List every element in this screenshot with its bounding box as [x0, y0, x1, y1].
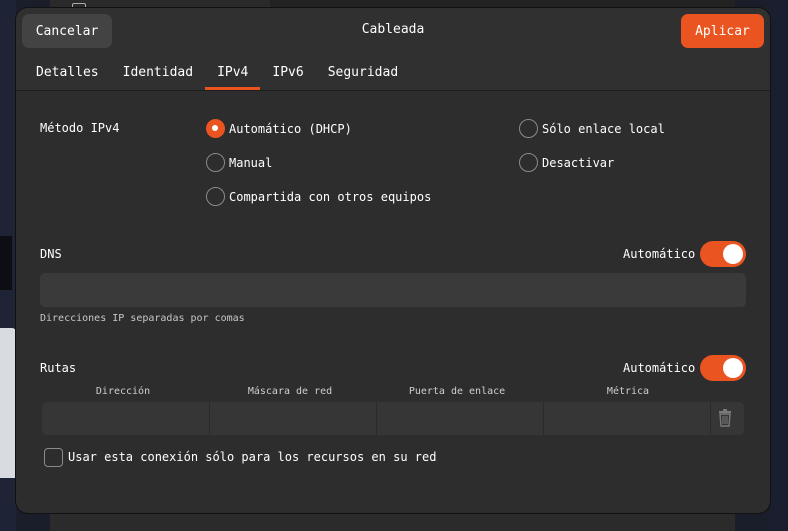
route-gateway-input[interactable]	[377, 402, 543, 435]
dns-toggle-knob	[723, 244, 743, 264]
dns-input[interactable]	[40, 273, 746, 307]
radio-disable[interactable]: Desactivar	[519, 153, 614, 172]
tab-ipv4[interactable]: IPv4	[205, 58, 261, 90]
dns-auto-toggle[interactable]	[700, 241, 746, 267]
radio-manual-label: Manual	[229, 155, 273, 170]
radio-manual-indicator[interactable]	[206, 153, 225, 172]
dialog-header: Cancelar Cableada Aplicar Detalles Ident…	[16, 8, 770, 90]
tab-details[interactable]: Detalles	[24, 58, 111, 90]
tab-security[interactable]: Seguridad	[316, 58, 410, 90]
dns-hint: Direcciones IP separadas por comas	[40, 313, 245, 324]
radio-disable-indicator[interactable]	[519, 153, 538, 172]
radio-dhcp-label: Automático (DHCP)	[229, 121, 352, 136]
ipv4-method-label: Método IPv4	[40, 121, 120, 135]
tab-ipv6[interactable]: IPv6	[260, 58, 315, 90]
radio-link-local-indicator[interactable]	[519, 119, 538, 138]
connection-dialog: Cancelar Cableada Aplicar Detalles Ident…	[16, 8, 770, 513]
radio-dhcp-indicator[interactable]	[206, 119, 225, 138]
routes-auto-toggle[interactable]	[700, 355, 746, 381]
route-divider	[543, 402, 544, 435]
column-gateway: Puerta de enlace	[408, 386, 506, 397]
background-window-bottom	[50, 513, 735, 531]
route-address-input[interactable]	[42, 402, 209, 435]
apply-button[interactable]: Aplicar	[681, 14, 764, 48]
desktop-background-shape	[0, 236, 12, 290]
desktop-background-right	[770, 0, 788, 531]
radio-link-local-label: Sólo enlace local	[542, 121, 665, 136]
column-metric: Métrica	[606, 386, 650, 397]
routes-auto-label: Automático	[623, 361, 696, 375]
radio-link-local[interactable]: Sólo enlace local	[519, 119, 665, 138]
route-divider	[710, 402, 711, 435]
route-metric-input[interactable]	[544, 402, 710, 435]
header-divider	[16, 90, 770, 91]
radio-manual[interactable]: Manual	[206, 153, 272, 172]
radio-dhcp[interactable]: Automático (DHCP)	[206, 119, 352, 138]
column-netmask: Máscara de red	[247, 386, 333, 397]
desktop-background-window	[0, 328, 16, 478]
radio-shared-indicator[interactable]	[206, 187, 225, 206]
dns-label: DNS	[40, 247, 62, 261]
routes-label: Rutas	[40, 361, 77, 375]
tab-bar: Detalles Identidad IPv4 IPv6 Seguridad	[24, 58, 410, 90]
route-divider	[376, 402, 377, 435]
dns-auto-label: Automático	[623, 247, 696, 261]
radio-shared-label: Compartida con otros equipos	[229, 189, 432, 204]
route-divider	[209, 402, 210, 435]
column-address: Dirección	[95, 386, 151, 397]
route-netmask-input[interactable]	[210, 402, 376, 435]
dialog-title: Cableada	[361, 22, 425, 37]
trash-icon[interactable]	[718, 409, 732, 427]
routes-toggle-knob	[723, 358, 743, 378]
radio-shared[interactable]: Compartida con otros equipos	[206, 187, 431, 206]
local-only-checkbox[interactable]	[44, 448, 63, 467]
tab-identity[interactable]: Identidad	[111, 58, 205, 90]
local-only-label[interactable]: Usar esta conexión sólo para los recurso…	[68, 450, 436, 464]
radio-disable-label: Desactivar	[542, 155, 615, 170]
